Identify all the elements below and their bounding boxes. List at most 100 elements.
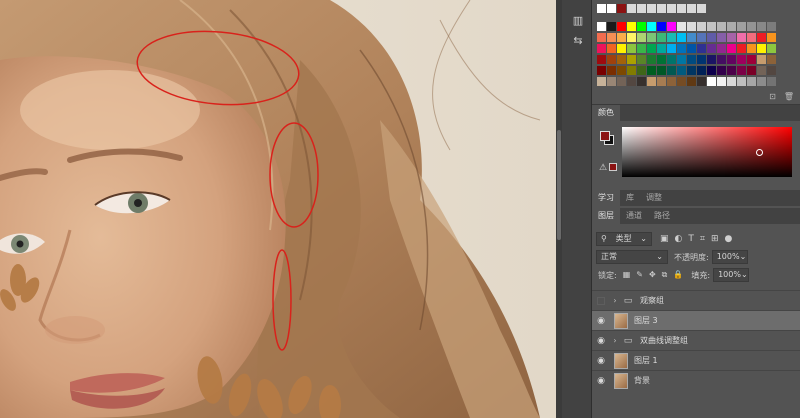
swatch[interactable] [707, 55, 716, 64]
swatch[interactable] [667, 66, 676, 75]
swatch[interactable] [767, 66, 776, 75]
swatch[interactable] [607, 55, 616, 64]
visibility-toggle-box[interactable] [597, 296, 605, 305]
type-filter-icon[interactable]: T [688, 234, 694, 244]
layer-row[interactable]: › ▭ 观察组 [592, 290, 800, 310]
swatch[interactable] [727, 33, 736, 42]
swatch[interactable] [637, 66, 646, 75]
swatch[interactable] [657, 66, 666, 75]
swatch[interactable] [617, 55, 626, 64]
swatch[interactable] [657, 77, 666, 86]
swatch[interactable] [657, 44, 666, 53]
swatch[interactable] [737, 33, 746, 42]
swatch[interactable] [737, 66, 746, 75]
shape-filter-icon[interactable]: ⌗ [700, 234, 705, 244]
opacity-field[interactable]: 100% ⌄ [711, 250, 748, 264]
swatch[interactable] [697, 22, 706, 31]
lock-artboard-icon[interactable]: ⧉ [662, 270, 668, 280]
expand-chevron-icon[interactable]: › [610, 296, 620, 305]
swatch[interactable] [637, 22, 646, 31]
tab-channels[interactable]: 通道 [620, 208, 648, 224]
tab-color[interactable]: 颜色 [592, 105, 620, 121]
vertical-scrollbar[interactable] [557, 130, 561, 240]
swatch[interactable] [597, 77, 606, 86]
swatch[interactable] [677, 44, 686, 53]
swatch[interactable] [627, 33, 636, 42]
swatch[interactable] [687, 22, 696, 31]
tab-adjustments[interactable]: 调整 [640, 190, 668, 206]
smart-object-filter-icon[interactable]: ⊞ [711, 234, 719, 244]
lock-all-icon[interactable]: 🔒 [673, 270, 683, 280]
swatch[interactable] [747, 33, 756, 42]
swatch[interactable] [627, 77, 636, 86]
swatch[interactable] [707, 22, 716, 31]
recent-swatch[interactable] [617, 4, 626, 13]
swatch[interactable] [767, 77, 776, 86]
swatch[interactable] [727, 66, 736, 75]
swatch[interactable] [727, 55, 736, 64]
swatch[interactable] [667, 77, 676, 86]
swatch[interactable] [607, 33, 616, 42]
swatch[interactable] [727, 77, 736, 86]
swatch[interactable] [657, 55, 666, 64]
tab-layers[interactable]: 图层 [592, 208, 620, 224]
swatch[interactable] [687, 77, 696, 86]
blend-mode-select[interactable]: 正常 ⌄ [596, 250, 668, 264]
swatch[interactable] [647, 66, 656, 75]
swatch[interactable] [727, 44, 736, 53]
swatch[interactable] [717, 44, 726, 53]
swatch[interactable] [767, 55, 776, 64]
swatch[interactable] [677, 55, 686, 64]
recent-swatch[interactable] [627, 4, 636, 13]
swatch[interactable] [627, 55, 636, 64]
recent-swatch[interactable] [697, 4, 706, 13]
swatch[interactable] [647, 55, 656, 64]
recent-swatch[interactable] [607, 4, 616, 13]
visibility-eye-icon[interactable]: ◉ [592, 336, 610, 346]
swatch[interactable] [667, 22, 676, 31]
fill-field[interactable]: 100% ⌄ [713, 268, 750, 282]
recent-swatch[interactable] [647, 4, 656, 13]
lock-transparent-icon[interactable]: ▦ [623, 270, 631, 280]
swatch[interactable] [617, 66, 626, 75]
visibility-eye-icon[interactable]: ◉ [592, 356, 610, 366]
layer-row[interactable]: ◉ 图层 1 [592, 350, 800, 370]
swatch[interactable] [637, 33, 646, 42]
layer-kind-filter[interactable]: ⚲ 类型 ⌄ [596, 232, 652, 246]
swatch[interactable] [737, 22, 746, 31]
expand-chevron-icon[interactable]: › [610, 336, 620, 345]
swatch[interactable] [667, 44, 676, 53]
swatch[interactable] [757, 55, 766, 64]
recent-swatch[interactable] [637, 4, 646, 13]
swatch[interactable] [637, 55, 646, 64]
recent-swatch[interactable] [687, 4, 696, 13]
swatch[interactable] [607, 44, 616, 53]
swatch[interactable] [617, 33, 626, 42]
layer-row[interactable]: ◉ 图层 3 [592, 310, 800, 330]
delete-swatch-icon[interactable]: 🗑 [784, 92, 794, 101]
swatch[interactable] [597, 55, 606, 64]
color-picker-field[interactable] [622, 127, 792, 177]
swatch[interactable] [657, 22, 666, 31]
lock-image-icon[interactable]: ✎ [636, 270, 643, 280]
swatch[interactable] [597, 66, 606, 75]
tab-libraries[interactable]: 库 [620, 190, 640, 206]
adjustment-filter-icon[interactable]: ◐ [675, 234, 683, 244]
filter-toggle-icon[interactable]: ● [725, 234, 733, 244]
swatch[interactable] [607, 66, 616, 75]
swatch[interactable] [607, 77, 616, 86]
swatch[interactable] [767, 44, 776, 53]
swatch[interactable] [627, 66, 636, 75]
recent-swatch[interactable] [657, 4, 666, 13]
swatch[interactable] [647, 22, 656, 31]
swatch[interactable] [607, 22, 616, 31]
swatch[interactable] [717, 66, 726, 75]
swatch[interactable] [687, 44, 696, 53]
swatch[interactable] [677, 77, 686, 86]
swatch[interactable] [717, 55, 726, 64]
swatch[interactable] [757, 22, 766, 31]
swatch[interactable] [677, 22, 686, 31]
visibility-eye-icon[interactable]: ◉ [592, 376, 610, 386]
swatch[interactable] [757, 66, 766, 75]
swatch[interactable] [617, 22, 626, 31]
